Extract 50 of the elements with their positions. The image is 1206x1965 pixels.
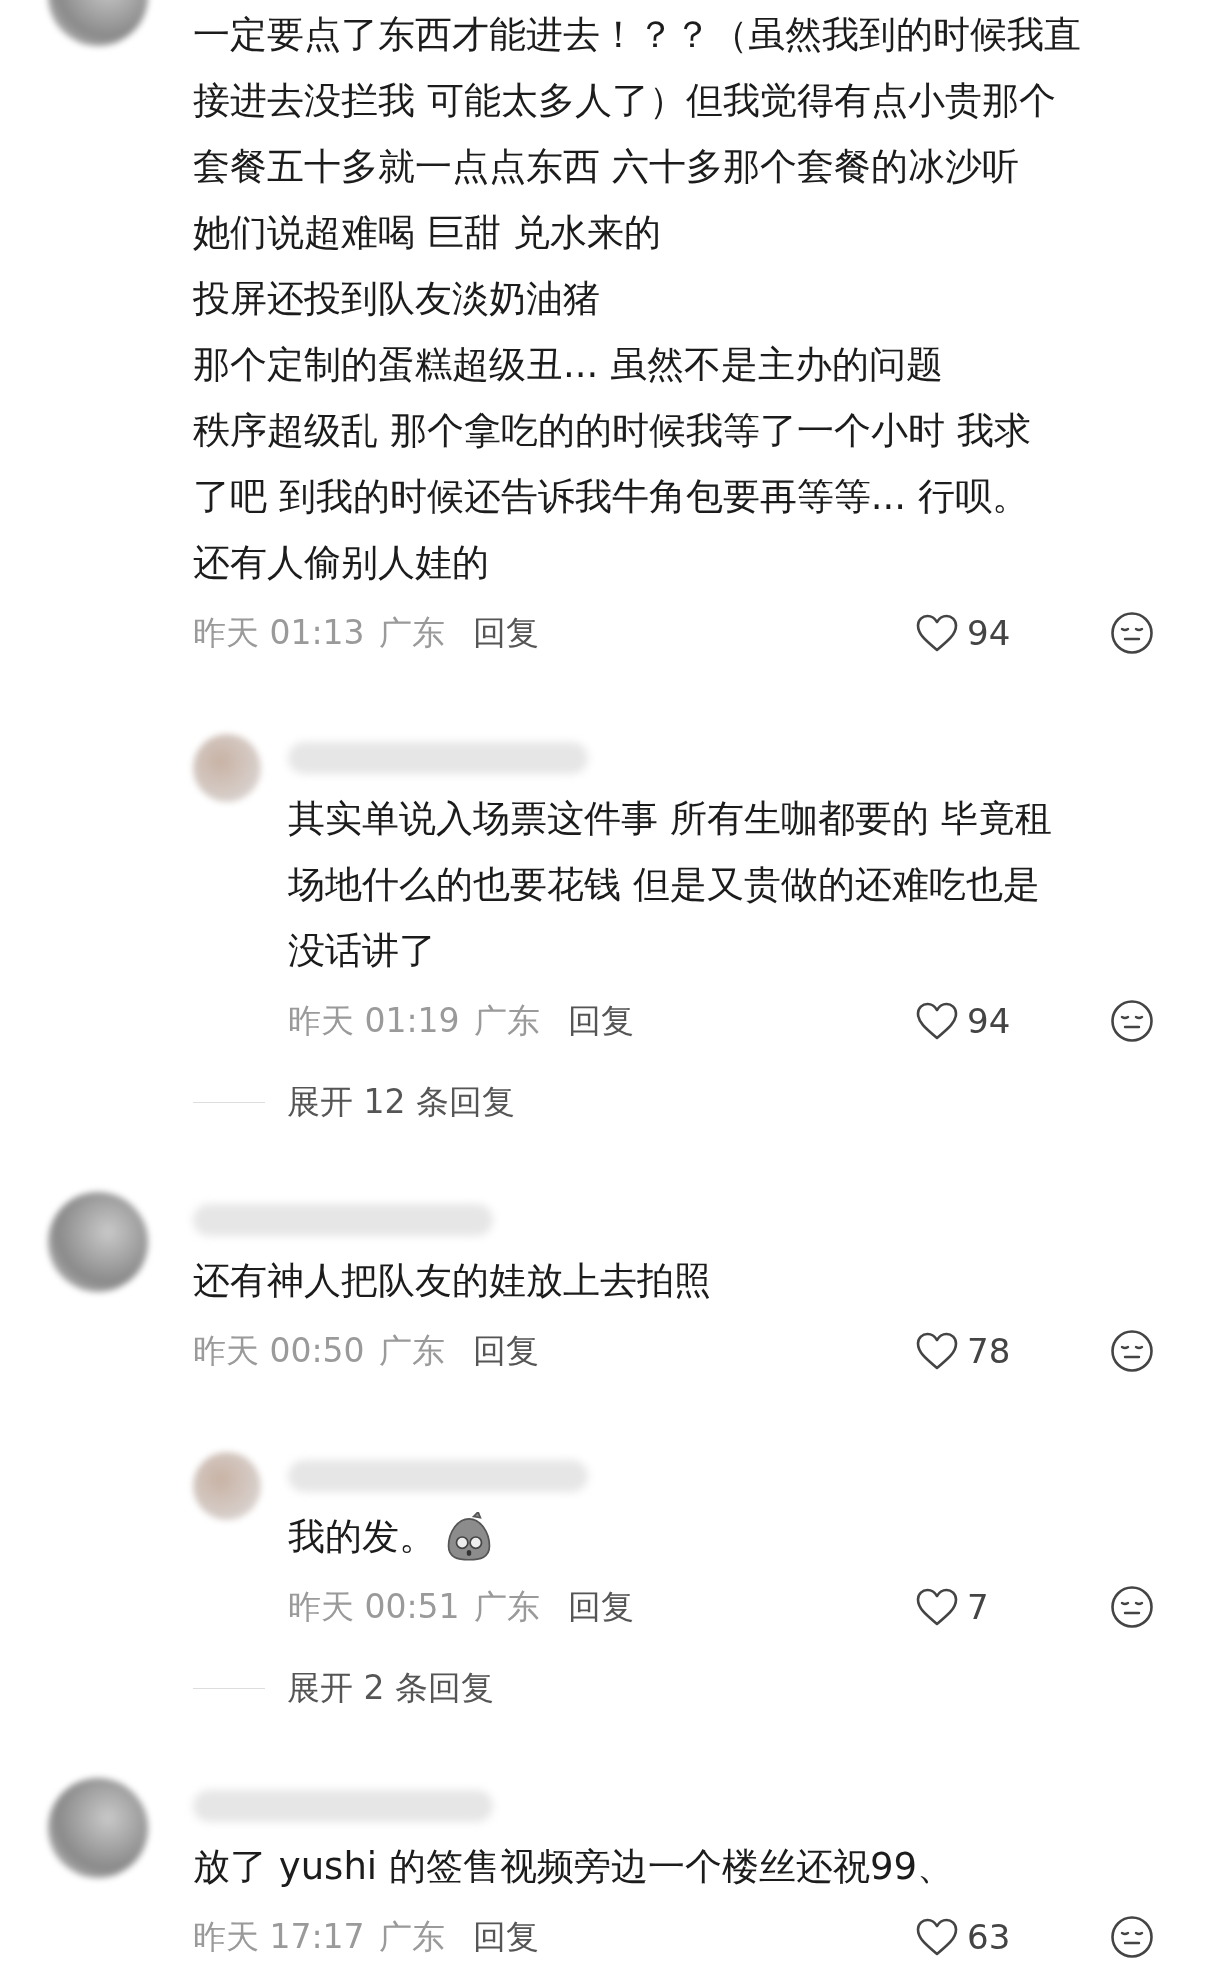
comment-location: 广东 [378, 1329, 445, 1372]
sticker-icon [446, 1512, 492, 1562]
comment-text: 投屏还投到队友淡奶油猪 [193, 276, 600, 322]
avatar[interactable] [48, 1778, 148, 1878]
reply-link[interactable]: 回复 [472, 1328, 539, 1374]
heart-icon[interactable] [915, 1001, 959, 1041]
face-icon[interactable] [1110, 999, 1154, 1043]
comment-text: 秩序超级乱 那个拿吃的的时候我等了一个小时 我求 [193, 408, 1031, 454]
comment-text: 没话讲了 [288, 928, 436, 974]
avatar[interactable] [48, 1192, 148, 1292]
like-count: 78 [967, 1331, 1011, 1371]
comment-location: 广东 [378, 611, 445, 654]
face-icon[interactable] [1110, 1915, 1154, 1959]
like-count: 7 [967, 1587, 989, 1627]
comment-time: 昨天 00:51 [288, 1585, 460, 1628]
like-count: 94 [967, 613, 1011, 653]
reply-link[interactable]: 回复 [567, 998, 634, 1044]
heart-icon[interactable] [915, 1917, 959, 1957]
comment-text: 我的发。 [288, 1514, 436, 1560]
like-count: 94 [967, 1001, 1011, 1041]
comment-text: 还有人偷别人娃的 [193, 540, 489, 586]
comment-text: 还有神人把队友的娃放上去拍照 [193, 1258, 711, 1304]
heart-icon[interactable] [915, 1331, 959, 1371]
comment-text: 套餐五十多就一点点东西 六十多那个套餐的冰沙听 [193, 144, 1019, 190]
face-icon[interactable] [1110, 611, 1154, 655]
comment-location: 广东 [473, 1585, 540, 1628]
face-icon[interactable] [1110, 1329, 1154, 1373]
comment-time: 昨天 00:50 [193, 1329, 365, 1372]
comment-text: 接进去没拦我 可能太多人了）但我觉得有点小贵那个 [193, 78, 1056, 124]
comment-text: 一定要点了东西才能进去！？？（虽然我到的时候我直 [193, 12, 1081, 58]
comment-text: 了吧 到我的时候还告诉我牛角包要再等等... 行呗。 [193, 474, 1029, 520]
comment-location: 广东 [473, 999, 540, 1042]
heart-icon[interactable] [915, 1587, 959, 1627]
expand-replies-link[interactable]: 展开 12 条回复 [287, 1079, 515, 1125]
comment-text: 放了 yushi 的签售视频旁边一个楼丝还祝99、 [193, 1844, 954, 1890]
reply-link[interactable]: 回复 [472, 610, 539, 656]
comment-text: 那个定制的蛋糕超级丑... 虽然不是主办的问题 [193, 342, 944, 388]
comment-time: 昨天 01:19 [288, 999, 460, 1042]
heart-icon[interactable] [915, 613, 959, 653]
comment-time: 昨天 17:17 [193, 1915, 365, 1958]
face-icon[interactable] [1110, 1585, 1154, 1629]
like-count: 63 [967, 1917, 1011, 1957]
comment-text: 场地什么的也要花钱 但是又贵做的还难吃也是 [288, 862, 1040, 908]
expand-replies-link[interactable]: 展开 2 条回复 [287, 1665, 494, 1711]
comment-location: 广东 [378, 1915, 445, 1958]
comment-time: 昨天 01:13 [193, 611, 365, 654]
reply-link[interactable]: 回复 [472, 1914, 539, 1960]
reply-link[interactable]: 回复 [567, 1584, 634, 1630]
comment-text: 其实单说入场票这件事 所有生咖都要的 毕竟租 [288, 796, 1052, 842]
comment-text: 她们说超难喝 巨甜 兑水来的 [193, 210, 661, 256]
